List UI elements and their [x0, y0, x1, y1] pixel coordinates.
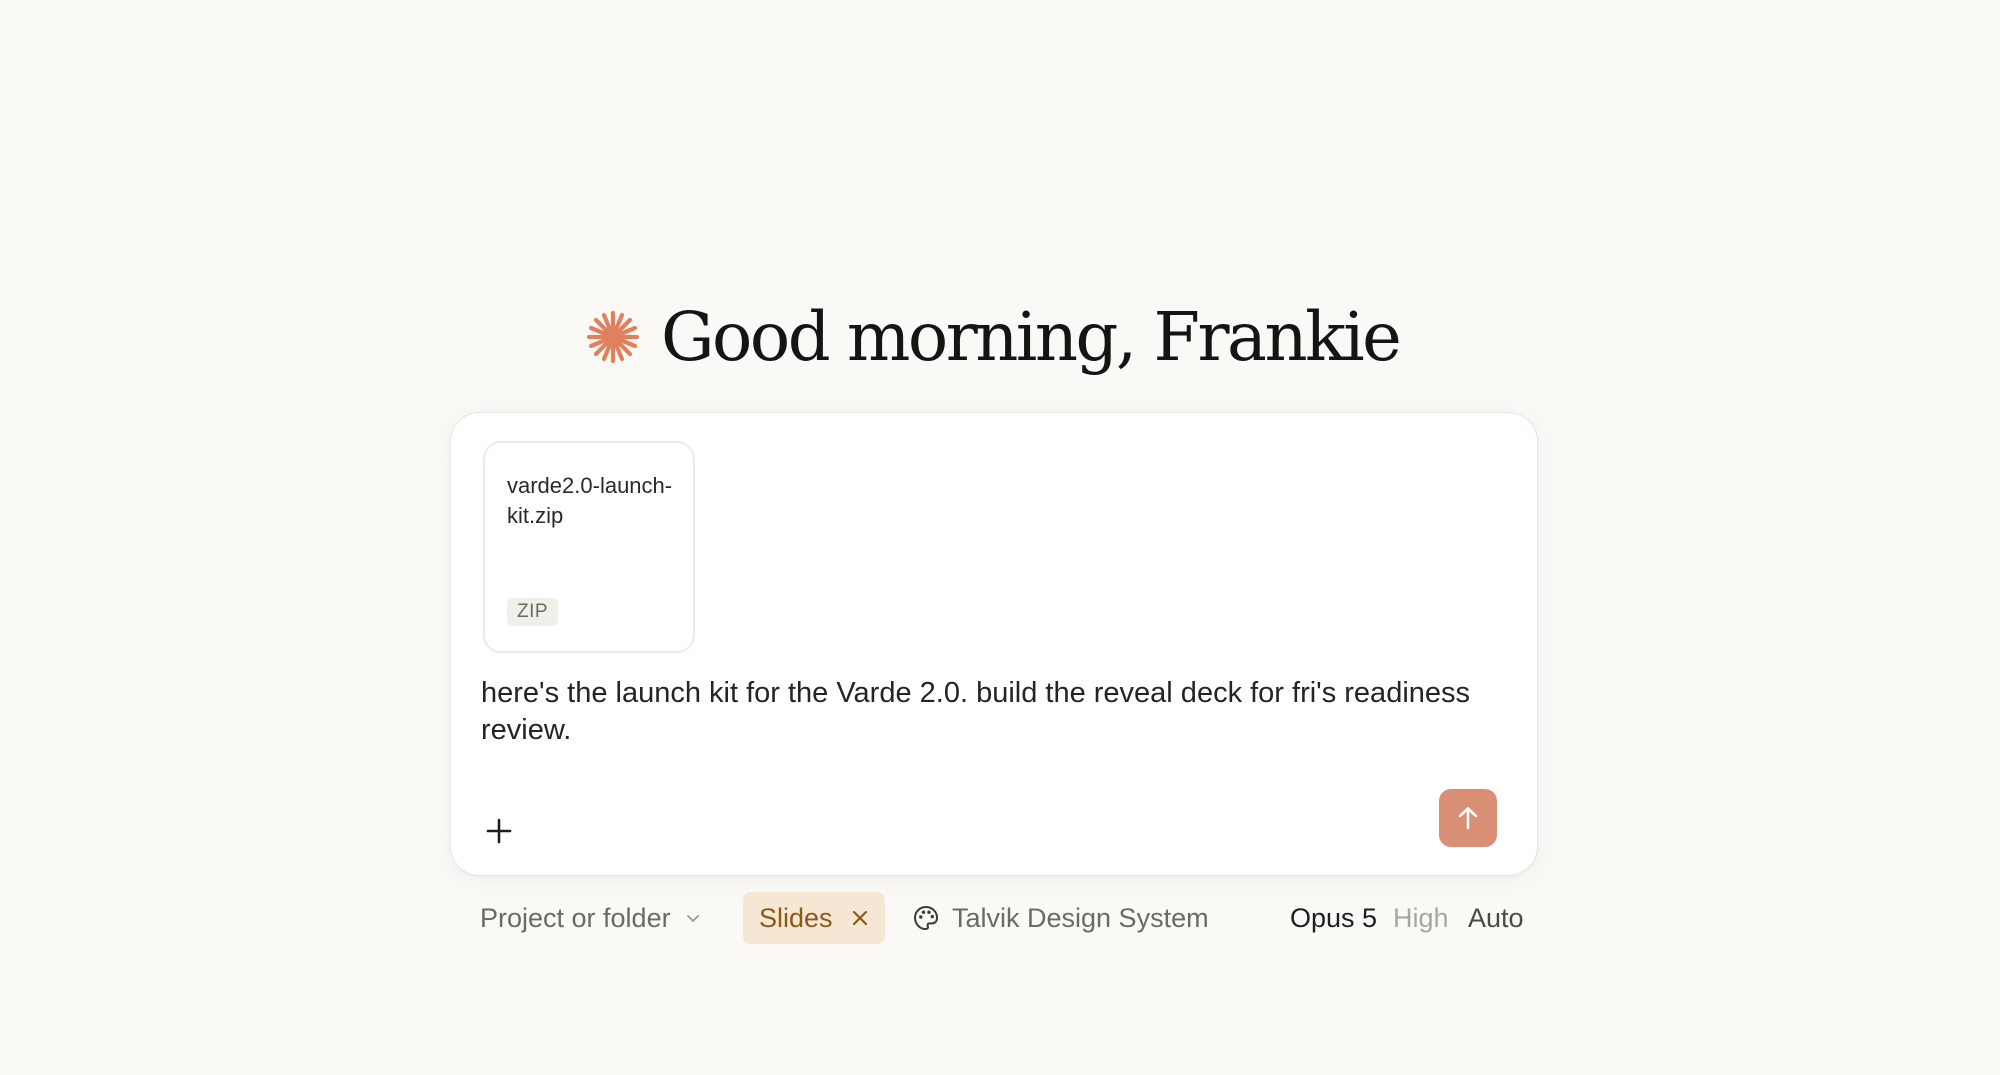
project-selector-label: Project or folder — [480, 902, 671, 933]
slides-mode-chip[interactable]: Slides — [743, 892, 885, 944]
arrow-up-icon — [1458, 807, 1478, 830]
attachment-card[interactable]: varde2.0-launch-kit.zip ZIP — [483, 441, 695, 653]
attachment-file-name: varde2.0-launch-kit.zip — [507, 473, 673, 528]
mode-selector[interactable]: Auto — [1468, 892, 1524, 944]
plus-icon — [486, 818, 512, 844]
chevron-down-icon — [686, 915, 699, 922]
prompt-composer: varde2.0-launch-kit.zip ZIP here's the l… — [450, 412, 1538, 876]
add-attachment-button[interactable] — [479, 811, 519, 851]
model-selector[interactable]: Opus 5 — [1290, 892, 1377, 944]
project-selector[interactable]: Project or folder — [480, 892, 701, 944]
slides-chip-label: Slides — [759, 902, 833, 933]
design-system-selector[interactable]: Talvik Design System — [912, 892, 1209, 944]
composer-toolbar: Project or folder Slides Talvik Design S… — [480, 892, 1530, 944]
sparkle-star-icon — [586, 310, 640, 364]
close-icon[interactable] — [851, 909, 869, 927]
effort-selector[interactable]: High — [1393, 892, 1449, 944]
attachment-file-type-badge: ZIP — [507, 598, 559, 626]
design-system-label: Talvik Design System — [952, 902, 1209, 933]
prompt-input[interactable]: here's the launch kit for the Varde 2.0.… — [481, 675, 1481, 749]
palette-icon — [914, 906, 938, 930]
send-button[interactable] — [1439, 789, 1497, 847]
greeting-title: Good morning, Frankie — [661, 297, 1402, 376]
app-root: Good morning, Frankie varde2.0-launch-ki… — [0, 0, 2000, 1075]
greeting-header: Good morning, Frankie — [585, 292, 1402, 382]
